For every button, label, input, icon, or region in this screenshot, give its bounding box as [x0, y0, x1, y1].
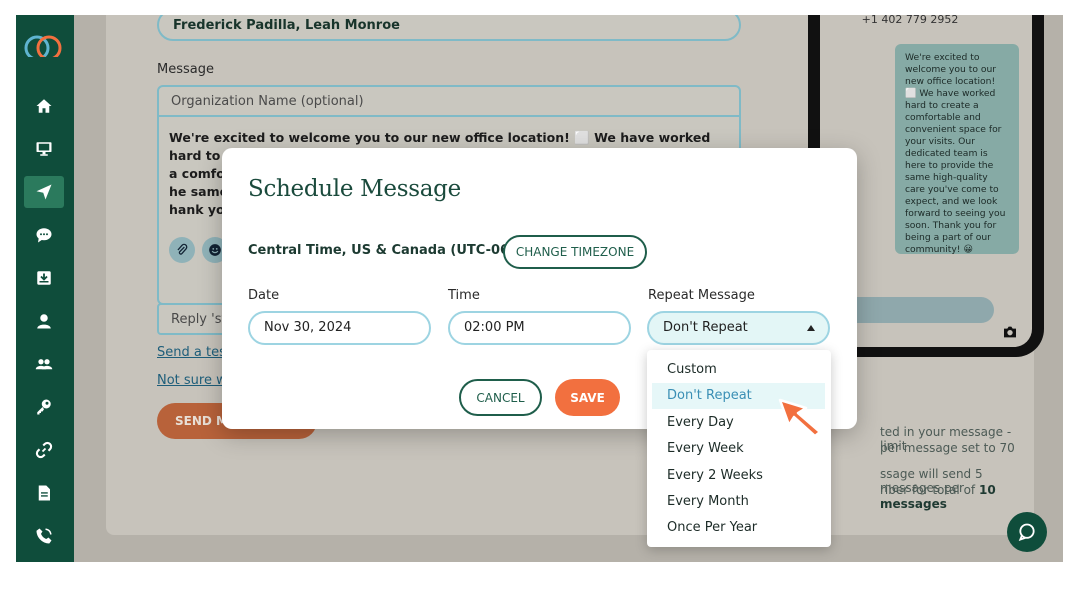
organization-name-field[interactable]: Organization Name (optional)	[159, 87, 739, 117]
paperclip-icon	[177, 243, 188, 255]
key-icon	[37, 399, 51, 415]
chat-bubble-icon	[36, 228, 52, 243]
sidebar	[16, 15, 74, 562]
date-label: Date	[248, 288, 280, 303]
repeat-option-every-week[interactable]: Every Week	[652, 436, 825, 462]
pointer-arrow-icon	[778, 398, 822, 438]
link-icon	[35, 441, 53, 459]
save-button[interactable]: SAVE	[555, 379, 620, 416]
inbox-icon	[37, 271, 51, 285]
preview-message-bubble: We're excited to welcome you to our new …	[895, 44, 1019, 255]
sidebar-item-links[interactable]	[24, 434, 64, 466]
segment-info-line: per message set to 70	[880, 441, 1015, 455]
recipients-field[interactable]: Frederick Padilla, Leah Monroe	[157, 15, 741, 41]
message-label: Message	[157, 62, 214, 77]
person-icon	[37, 314, 51, 329]
app-window: Frederick Padilla, Leah Monroe Message O…	[16, 15, 1063, 562]
repeat-select[interactable]: Don't Repeat	[647, 311, 830, 345]
repeat-label: Repeat Message	[648, 288, 755, 303]
time-label: Time	[448, 288, 480, 303]
support-chat-button[interactable]	[1007, 512, 1047, 552]
sidebar-item-calls[interactable]	[24, 520, 64, 552]
repeat-option-once-per-year[interactable]: Once Per Year	[652, 515, 825, 541]
repeat-select-value: Don't Repeat	[663, 320, 748, 335]
send-icon	[36, 184, 52, 200]
date-input[interactable]: Nov 30, 2024	[248, 311, 431, 345]
monitor-icon	[36, 142, 52, 156]
sidebar-item-chat[interactable]	[24, 219, 64, 251]
segment-total-prefix: riber for total of	[880, 483, 979, 497]
sidebar-item-monitor[interactable]	[24, 133, 64, 165]
sidebar-item-documents[interactable]	[24, 477, 64, 509]
home-icon	[36, 99, 52, 113]
segment-total-line: riber for total of 10 messages	[880, 483, 1034, 511]
camera-icon	[1004, 326, 1016, 338]
change-timezone-button[interactable]: CHANGE TIMEZONE	[503, 235, 647, 269]
repeat-option-custom[interactable]: Custom	[652, 357, 825, 383]
repeat-option-every-month[interactable]: Every Month	[652, 489, 825, 515]
chat-icon	[1018, 523, 1035, 541]
sidebar-item-send[interactable]	[24, 176, 64, 208]
sender-number: +1 402 779 2952	[861, 15, 959, 26]
attach-button[interactable]	[169, 237, 195, 263]
phone-icon	[36, 528, 52, 544]
caret-up-icon	[807, 325, 815, 331]
repeat-option-every-2-weeks[interactable]: Every 2 Weeks	[652, 463, 825, 489]
document-icon	[38, 485, 50, 501]
timezone-text: Central Time, US & Canada (UTC-06:00)	[248, 243, 539, 258]
modal-title: Schedule Message	[248, 176, 461, 202]
cancel-button[interactable]: CANCEL	[459, 379, 542, 416]
time-input[interactable]: 02:00 PM	[448, 311, 631, 345]
sidebar-item-inbox[interactable]	[24, 262, 64, 294]
sidebar-item-contacts[interactable]	[24, 305, 64, 337]
smiley-icon	[209, 244, 221, 256]
group-icon	[35, 359, 53, 370]
sidebar-item-groups[interactable]	[24, 348, 64, 380]
phone-reply-input	[834, 297, 994, 323]
sidebar-item-keys[interactable]	[24, 391, 64, 423]
sidebar-item-home[interactable]	[24, 90, 64, 122]
brand-logo-icon[interactable]	[23, 33, 63, 63]
repeat-options-menu: Custom Don't Repeat Every Day Every Week…	[647, 350, 831, 547]
